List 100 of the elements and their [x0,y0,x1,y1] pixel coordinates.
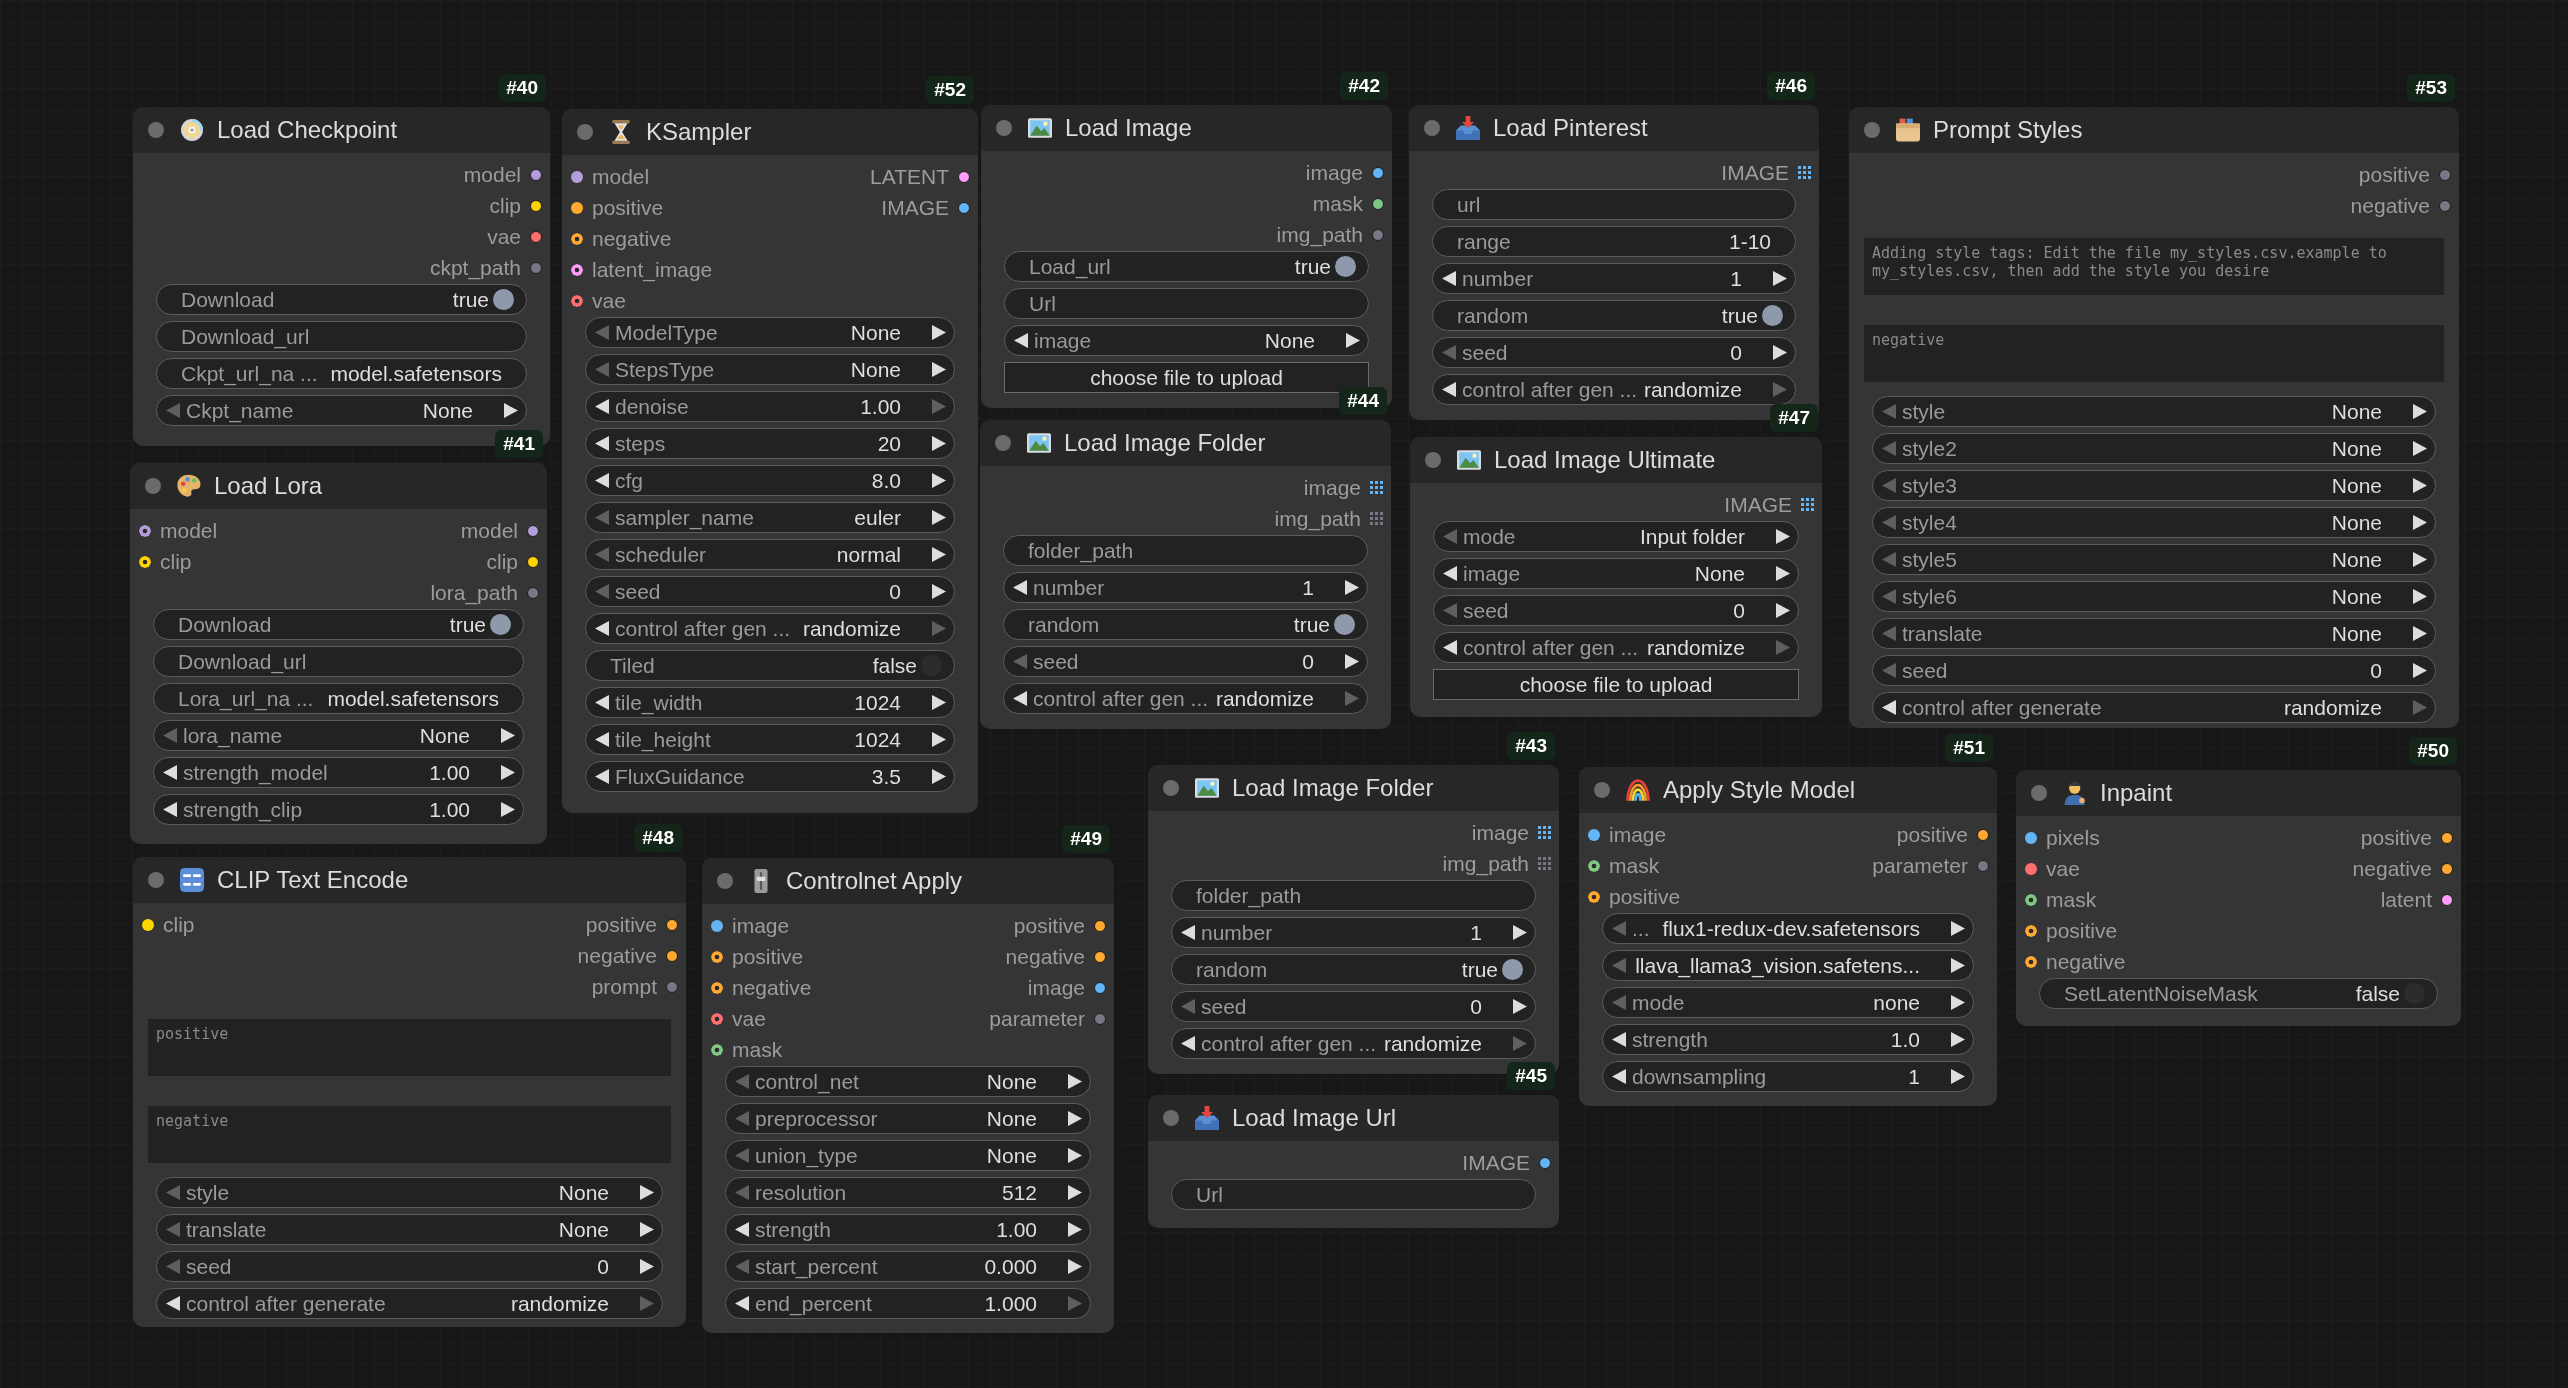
text-field[interactable]: folder_path [1003,535,1368,566]
left-arrow-icon[interactable] [595,621,609,636]
text-field[interactable]: folder_path [1171,880,1536,911]
right-arrow-icon[interactable] [1776,566,1790,581]
right-arrow-icon[interactable] [1951,995,1965,1010]
combo-field[interactable]: style2 None [1872,433,2436,464]
combo-field[interactable]: control after generate randomize [1872,692,2436,723]
combo-field[interactable]: ... flux1-redux-dev.safetensors [1602,913,1974,944]
right-arrow-icon[interactable] [1345,654,1359,669]
combo-field[interactable]: preprocessor None [725,1103,1091,1134]
grid-dots-icon[interactable] [1538,826,1551,839]
right-arrow-icon[interactable] [1513,925,1527,940]
connector-dot-icon[interactable] [1094,919,1106,932]
left-arrow-icon[interactable] [1443,566,1457,581]
right-arrow-icon[interactable] [2413,404,2427,419]
text-field[interactable]: Download_url [156,321,527,352]
combo-field[interactable]: seed 0 [1432,337,1796,368]
combo-field[interactable]: ModelType None [585,317,955,348]
toggle-switch[interactable]: random true [1432,300,1796,331]
connector-ring-icon[interactable] [139,555,151,568]
left-arrow-icon[interactable] [1181,925,1195,940]
text-field[interactable]: range 1-10 [1432,226,1796,257]
combo-field[interactable]: control after gen ... randomize [1432,374,1796,405]
right-arrow-icon[interactable] [932,473,946,488]
collapse-dot-icon[interactable] [1425,452,1441,468]
connector-dot-icon[interactable] [527,586,539,599]
left-arrow-icon[interactable] [1013,580,1027,595]
right-arrow-icon[interactable] [2413,663,2427,678]
text-field[interactable]: url [1432,189,1796,220]
combo-field[interactable]: sampler_name euler [585,502,955,533]
right-arrow-icon[interactable] [1773,345,1787,360]
toggle-knob-icon[interactable] [493,289,514,310]
right-arrow-icon[interactable] [1951,958,1965,973]
right-arrow-icon[interactable] [932,584,946,599]
connector-ring-icon[interactable] [711,1012,723,1025]
collapse-dot-icon[interactable] [996,120,1012,136]
right-arrow-icon[interactable] [1068,1111,1082,1126]
combo-field[interactable]: seed 0 [1003,646,1368,677]
combo-field[interactable]: image None [1004,325,1369,356]
connector-dot-icon[interactable] [142,918,154,931]
combo-field[interactable]: strength_clip 1.00 [153,794,524,825]
left-arrow-icon[interactable] [595,769,609,784]
left-arrow-icon[interactable] [1612,1069,1626,1084]
text-field[interactable]: Url [1171,1179,1536,1210]
toggle-switch[interactable]: random true [1003,609,1368,640]
right-arrow-icon[interactable] [1346,333,1360,348]
connector-dot-icon[interactable] [530,199,542,212]
right-arrow-icon[interactable] [1951,1032,1965,1047]
combo-field[interactable]: style None [1872,396,2436,427]
combo-field[interactable]: style None [156,1177,663,1208]
combo-field[interactable]: image None [1433,558,1799,589]
right-arrow-icon[interactable] [1951,1069,1965,1084]
combo-field[interactable]: style4 None [1872,507,2436,538]
connector-dot-icon[interactable] [958,201,970,214]
collapse-dot-icon[interactable] [1594,782,1610,798]
combo-field[interactable]: seed 0 [156,1251,663,1282]
combo-field[interactable]: denoise 1.00 [585,391,955,422]
connector-ring-icon[interactable] [571,294,583,307]
connector-dot-icon[interactable] [958,170,970,183]
toggle-switch[interactable]: Download true [153,609,524,640]
upload-button[interactable]: choose file to upload [1004,362,1369,393]
combo-field[interactable]: llava_llama3_vision.safetens... [1602,950,1974,981]
right-arrow-icon[interactable] [1951,921,1965,936]
combo-field[interactable]: mode Input folder [1433,521,1799,552]
right-arrow-icon[interactable] [932,436,946,451]
prompt-text-area[interactable]: negative [148,1106,671,1163]
combo-field[interactable]: control after gen ... randomize [1171,1028,1536,1059]
connector-dot-icon[interactable] [1372,228,1384,241]
combo-field[interactable]: mode none [1602,987,1974,1018]
grid-dots-icon[interactable] [1370,481,1383,494]
left-arrow-icon[interactable] [1442,271,1456,286]
connector-dot-icon[interactable] [1094,981,1106,994]
right-arrow-icon[interactable] [1773,271,1787,286]
collapse-dot-icon[interactable] [145,478,161,494]
right-arrow-icon[interactable] [501,765,515,780]
connector-dot-icon[interactable] [2025,862,2037,875]
combo-field[interactable]: downsampling 1 [1602,1061,1974,1092]
collapse-dot-icon[interactable] [1864,122,1880,138]
connector-dot-icon[interactable] [1977,859,1989,872]
toggle-knob-icon[interactable] [1334,614,1355,635]
connector-ring-icon[interactable] [2025,955,2037,968]
connector-dot-icon[interactable] [2025,831,2037,844]
toggle-knob-icon[interactable] [490,614,511,635]
combo-field[interactable]: number 1 [1171,917,1536,948]
left-arrow-icon[interactable] [1013,691,1027,706]
text-field[interactable]: Download_url [153,646,524,677]
connector-dot-icon[interactable] [1977,828,1989,841]
right-arrow-icon[interactable] [1776,603,1790,618]
combo-field[interactable]: end_percent 1.000 [725,1288,1091,1319]
right-arrow-icon[interactable] [640,1222,654,1237]
right-arrow-icon[interactable] [1345,580,1359,595]
grid-dots-icon[interactable] [1801,498,1814,511]
collapse-dot-icon[interactable] [717,873,733,889]
combo-field[interactable]: lora_name None [153,720,524,751]
toggle-switch[interactable]: random true [1171,954,1536,985]
right-arrow-icon[interactable] [932,510,946,525]
right-arrow-icon[interactable] [640,1185,654,1200]
right-arrow-icon[interactable] [932,362,946,377]
combo-field[interactable]: seed 0 [585,576,955,607]
connector-ring-icon[interactable] [571,232,583,245]
